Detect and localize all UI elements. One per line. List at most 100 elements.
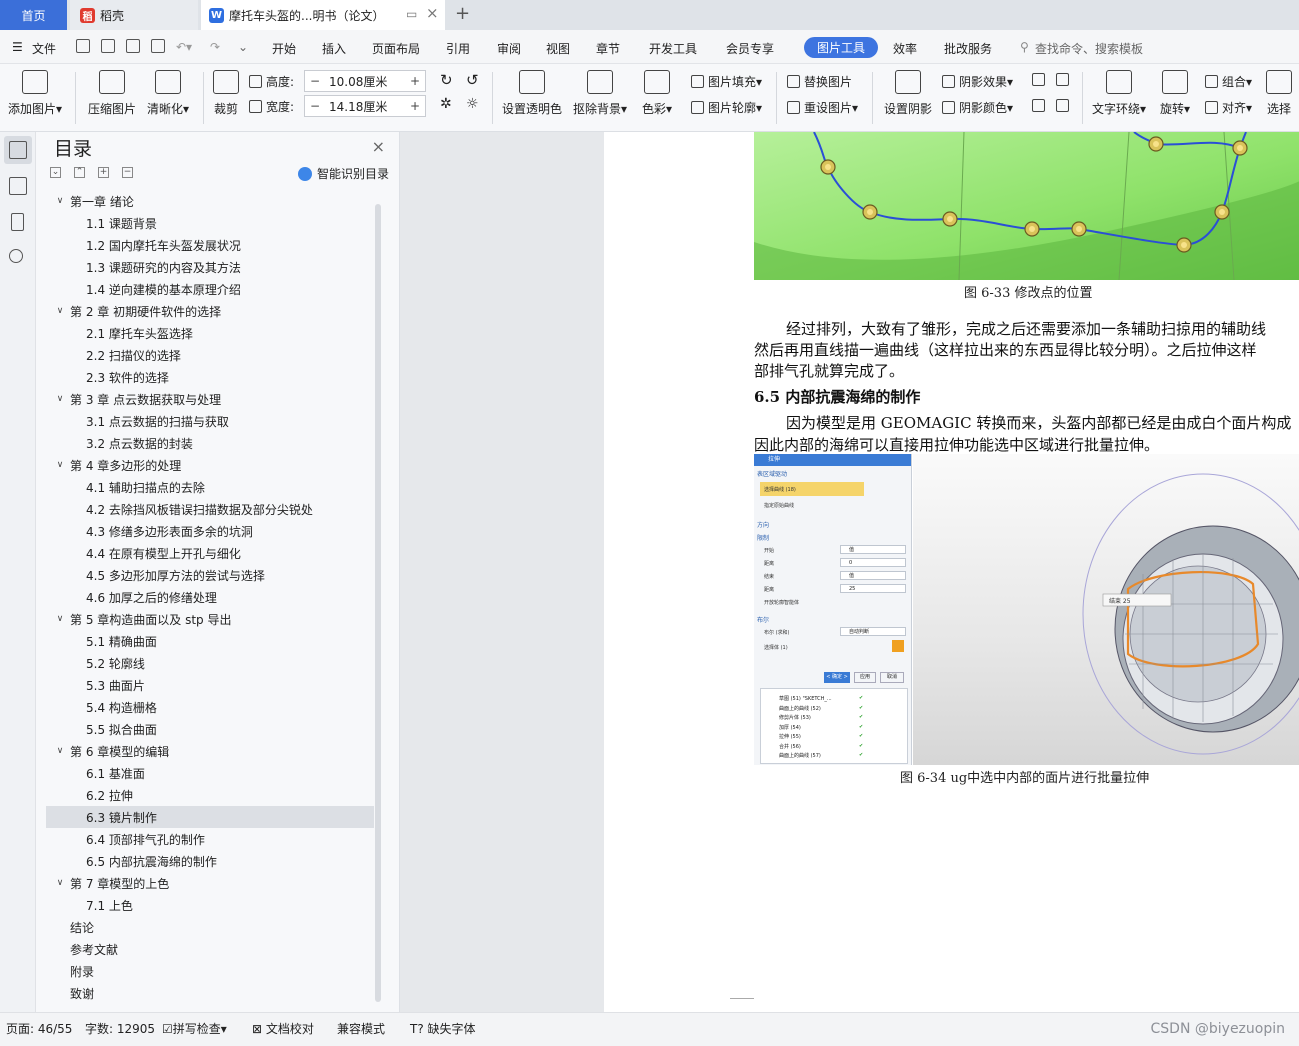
width-input[interactable]: − 14.18厘米 + bbox=[304, 95, 426, 117]
select-button[interactable]: 选择 bbox=[1266, 70, 1292, 117]
menu-member[interactable]: 会员专享 bbox=[726, 40, 774, 57]
expand-up-icon[interactable]: ⌃ bbox=[74, 167, 85, 178]
redo-icon[interactable]: ↷ bbox=[210, 40, 220, 54]
figure-6-33-image[interactable] bbox=[754, 132, 1299, 280]
toc-item[interactable]: 4.4 在原有模型上开孔与细化 bbox=[46, 542, 374, 564]
chapter-nav-icon[interactable] bbox=[9, 177, 27, 195]
text-wrap-button[interactable]: 文字环绕▾ bbox=[1092, 70, 1146, 117]
align-button[interactable]: 对齐▾ bbox=[1205, 99, 1252, 116]
menu-dev-tools[interactable]: 开发工具 bbox=[649, 40, 697, 57]
menu-file[interactable]: 文件 bbox=[32, 40, 56, 57]
print-preview-icon[interactable] bbox=[101, 39, 115, 53]
menu-insert[interactable]: 插入 bbox=[322, 40, 346, 57]
toc-item[interactable]: 1.4 逆向建模的基本原理介绍 bbox=[46, 278, 374, 300]
shadow-effect-button[interactable]: 阴影效果▾ bbox=[942, 73, 1013, 90]
quick-access-dropdown-icon[interactable]: ⌄ bbox=[238, 40, 248, 54]
toc-item[interactable]: 6.4 顶部排气孔的制作 bbox=[46, 828, 374, 850]
document-proof-button[interactable]: ⊠ 文档校对 bbox=[252, 1020, 314, 1037]
outline-panel-icon[interactable] bbox=[9, 141, 27, 159]
rotate-right-icon[interactable]: ↺ bbox=[466, 71, 479, 89]
set-shadow-button[interactable]: 设置阴影 bbox=[884, 70, 932, 117]
toc-scrollbar[interactable] bbox=[375, 204, 381, 1002]
color-button[interactable]: 色彩▾ bbox=[642, 70, 672, 117]
shadow-up-icon[interactable] bbox=[1032, 73, 1049, 86]
remove-background-button[interactable]: 抠除背景▾ bbox=[573, 70, 627, 117]
new-tab-icon[interactable]: + bbox=[455, 3, 470, 24]
toc-item[interactable]: 6.2 拉伸 bbox=[46, 784, 374, 806]
close-tab-icon[interactable]: × bbox=[426, 4, 439, 22]
menu-efficiency[interactable]: 效率 bbox=[893, 40, 917, 57]
toc-item[interactable]: ∨第 7 章模型的上色 bbox=[46, 872, 374, 894]
toc-item[interactable]: 附录 bbox=[46, 960, 374, 982]
toc-item[interactable]: 4.1 辅助扫描点的去除 bbox=[46, 476, 374, 498]
toc-item[interactable]: 5.4 构造栅格 bbox=[46, 696, 374, 718]
bookmark-icon[interactable] bbox=[11, 213, 24, 231]
find-icon[interactable] bbox=[151, 39, 165, 53]
flip-horizontal-icon[interactable]: ✲ bbox=[440, 96, 452, 112]
group-button[interactable]: 组合▾ bbox=[1205, 73, 1252, 90]
remove-heading-icon[interactable]: − bbox=[122, 167, 133, 178]
menu-page-layout[interactable]: 页面布局 bbox=[372, 40, 420, 57]
reset-image-button[interactable]: 重设图片▾ bbox=[787, 99, 858, 116]
chevron-down-icon[interactable]: ∨ bbox=[54, 460, 66, 470]
toc-item[interactable]: 参考文献 bbox=[46, 938, 374, 960]
toc-item[interactable]: 5.5 拟合曲面 bbox=[46, 718, 374, 740]
toc-item[interactable]: 3.1 点云数据的扫描与获取 bbox=[46, 410, 374, 432]
chevron-down-icon[interactable]: ∨ bbox=[54, 746, 66, 756]
toc-item[interactable]: 6.3 镜片制作 bbox=[46, 806, 374, 828]
toc-item[interactable]: 1.3 课题研究的内容及其方法 bbox=[46, 256, 374, 278]
compress-image-button[interactable]: 压缩图片 bbox=[88, 70, 136, 117]
replace-image-button[interactable]: 替换图片 bbox=[787, 73, 852, 90]
toc-item[interactable]: 7.1 上色 bbox=[46, 894, 374, 916]
menu-review[interactable]: 审阅 bbox=[497, 40, 521, 57]
image-outline-button[interactable]: 图片轮廓▾ bbox=[691, 99, 762, 116]
set-transparent-button[interactable]: 设置透明色 bbox=[502, 70, 562, 117]
toc-item[interactable]: ∨第 4 章多边形的处理 bbox=[46, 454, 374, 476]
shadow-left-icon[interactable] bbox=[1032, 99, 1049, 112]
rotate-left-icon[interactable]: ↻ bbox=[440, 71, 453, 89]
sharpen-button[interactable]: 清晰化▾ bbox=[147, 70, 189, 117]
toc-item[interactable]: 5.1 精确曲面 bbox=[46, 630, 374, 652]
undo-icon[interactable]: ↶▾ bbox=[176, 40, 192, 54]
toc-item[interactable]: ∨第 6 章模型的编辑 bbox=[46, 740, 374, 762]
toc-item[interactable]: 4.5 多边形加厚方法的尝试与选择 bbox=[46, 564, 374, 586]
shadow-down-icon[interactable] bbox=[1056, 73, 1073, 86]
add-image-button[interactable]: 添加图片▾ bbox=[8, 70, 62, 117]
close-icon[interactable]: × bbox=[372, 137, 385, 156]
shadow-color-button[interactable]: 阴影颜色▾ bbox=[942, 99, 1013, 116]
toc-item[interactable]: 1.1 课题背景 bbox=[46, 212, 374, 234]
toc-item[interactable]: 5.2 轮廓线 bbox=[46, 652, 374, 674]
toc-item[interactable]: ∨第 3 章 点云数据获取与处理 bbox=[46, 388, 374, 410]
height-input[interactable]: − 10.08厘米 + bbox=[304, 70, 426, 92]
toc-item[interactable]: 4.2 去除挡风板错误扫描数据及部分尖锐处 bbox=[46, 498, 374, 520]
chevron-down-icon[interactable]: ∨ bbox=[54, 196, 66, 206]
menu-start[interactable]: 开始 bbox=[272, 40, 296, 57]
search-panel-icon[interactable] bbox=[9, 249, 23, 263]
crop-button[interactable]: 裁剪 bbox=[213, 70, 239, 117]
add-heading-icon[interactable]: + bbox=[98, 167, 109, 178]
toc-item[interactable]: 4.3 修缮多边形表面多余的坑洞 bbox=[46, 520, 374, 542]
tab-daoke[interactable]: 稻 稻壳 bbox=[70, 0, 198, 30]
chevron-down-icon[interactable]: ∨ bbox=[54, 614, 66, 624]
menu-correction[interactable]: 批改服务 bbox=[944, 40, 992, 57]
missing-font-button[interactable]: T? 缺失字体 bbox=[410, 1020, 476, 1037]
toc-item[interactable]: 6.1 基准面 bbox=[46, 762, 374, 784]
toc-item[interactable]: 致谢 bbox=[46, 982, 374, 1004]
window-pin-icon[interactable]: ▭ bbox=[406, 7, 417, 21]
shadow-right-icon[interactable] bbox=[1056, 99, 1073, 112]
toc-item[interactable]: ∨第 2 章 初期硬件软件的选择 bbox=[46, 300, 374, 322]
spell-check-button[interactable]: ☑拼写检查▾ bbox=[162, 1020, 227, 1037]
toc-item[interactable]: 5.3 曲面片 bbox=[46, 674, 374, 696]
command-search[interactable]: 查找命令、搜索模板 bbox=[1035, 40, 1143, 57]
collapse-all-icon[interactable]: ⌄ bbox=[50, 167, 61, 178]
toc-item[interactable]: 3.2 点云数据的封装 bbox=[46, 432, 374, 454]
toc-item[interactable]: 2.3 软件的选择 bbox=[46, 366, 374, 388]
chevron-down-icon[interactable]: ∨ bbox=[54, 306, 66, 316]
rotate-button[interactable]: 旋转▾ bbox=[1160, 70, 1190, 117]
width-increase-button[interactable]: + bbox=[405, 99, 425, 113]
toc-item[interactable]: 1.2 国内摩托车头盔发展状况 bbox=[46, 234, 374, 256]
toc-item[interactable]: 6.5 内部抗震海绵的制作 bbox=[46, 850, 374, 872]
toc-item[interactable]: ∨第 5 章构造曲面以及 stp 导出 bbox=[46, 608, 374, 630]
height-increase-button[interactable]: + bbox=[405, 74, 425, 88]
width-decrease-button[interactable]: − bbox=[305, 99, 325, 113]
